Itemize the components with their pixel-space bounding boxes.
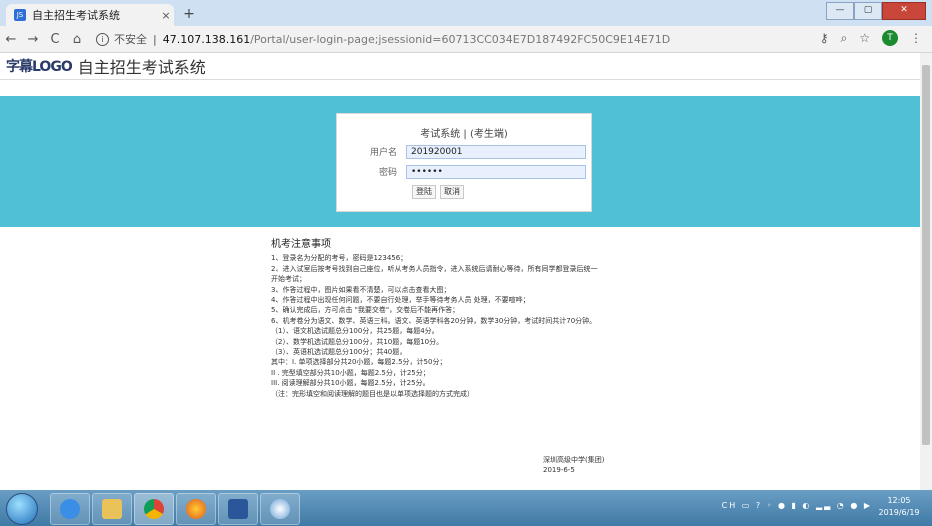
key-icon[interactable]: ⚷	[820, 31, 829, 45]
notice-line: 6、机考卷分为语文、数学、英语三科。语文、英语学科各20分钟，数学30分钟，考试…	[271, 316, 597, 325]
taskbar-ie-icon[interactable]	[50, 493, 90, 525]
notice-line: （1）、语文机选试题总分100分，共25题，每题4分。	[271, 327, 439, 336]
close-window-button[interactable]: ✕	[882, 2, 926, 20]
chrome-icon	[144, 499, 164, 519]
notice-line: 其中：I. 单项选择部分共20小题，每题2.5分，计50分；	[271, 358, 447, 367]
address-bar-actions: ⚷ ⌕ ☆ T ⋮	[808, 30, 922, 46]
insecure-label: 不安全	[114, 33, 147, 46]
page-scrollbar[interactable]	[920, 53, 932, 490]
start-button[interactable]	[6, 493, 38, 525]
folder-icon	[102, 499, 122, 519]
forward-button[interactable]: →	[22, 32, 44, 47]
notice-line: II . 完型填空部分共10小题，每题2.5分，计25分；	[271, 368, 430, 377]
username-label: 用户名	[369, 148, 397, 158]
notice-line: （注：完形填空和阅读理解的题目也是以单项选择题的方式完成）	[271, 389, 474, 398]
app-icon	[270, 499, 290, 519]
exam-notice: 机考注意事项 1、登录名为分配的考号，密码是123456； 2、进入试室后按考号…	[271, 239, 691, 399]
cancel-button[interactable]: 取消	[440, 185, 464, 199]
taskbar-chrome-icon[interactable]	[134, 493, 174, 525]
clock-time: 12:05	[887, 496, 911, 505]
notice-line: III. 阅读理解部分共10小题，每题2.5分，计25分。	[271, 379, 430, 388]
signature-org: 深圳高级中学(集团)	[543, 456, 605, 464]
browser-tab[interactable]: JS 自主招生考试系统 ×	[6, 4, 174, 26]
signature-date: 2019-6-5	[543, 466, 575, 474]
back-button[interactable]: ←	[0, 32, 22, 47]
site-logo: 字幕LOGO	[6, 59, 73, 75]
notice-line: 开始考试；	[271, 275, 306, 284]
notice-line: （2）、数学机选试题总分100分，共10题，每题10分。	[271, 337, 444, 346]
notice-line: 3、作答过程中，图片如果看不清楚，可以点击查看大图；	[271, 285, 451, 294]
username-input[interactable]	[406, 145, 586, 159]
notice-line: 1、登录名为分配的考号，密码是123456；	[271, 254, 408, 263]
login-card: 考试系统 | (考生端) 用户名 密码 登陆 取消	[336, 113, 592, 212]
info-icon[interactable]: i	[96, 32, 109, 46]
bookmark-star-icon[interactable]: ☆	[859, 31, 870, 45]
maximize-button[interactable]: ▢	[854, 2, 882, 20]
notice-signature: 深圳高级中学(集团) 2019-6-5	[543, 455, 604, 475]
address-bar-row: ← → C ⌂ i 不安全 | 47.107.138.161 /Portal/u…	[0, 26, 932, 53]
extension-icon[interactable]: T	[882, 30, 898, 46]
password-input[interactable]	[406, 165, 586, 179]
taskbar-firefox-icon[interactable]	[176, 493, 216, 525]
url-host: 47.107.138.161	[162, 32, 251, 46]
notice-line: 5、确认完成后，方可点击 "我要交卷"，交卷后不能再作答；	[271, 306, 460, 315]
notice-line: 4、作答过程中出现任何问题，不要自行处理，举手等待考务人员 处理，不要喧哗；	[271, 296, 530, 305]
zoom-icon[interactable]: ⌕	[841, 31, 848, 46]
taskbar-word-icon[interactable]	[218, 493, 258, 525]
notice-line: （3）、英语机选试题总分100分；共40题，	[271, 348, 407, 357]
url-path: /Portal/user-login-page;jsessionid=60713…	[250, 32, 671, 46]
page-header: 字幕LOGO 自主招生考试系统	[0, 53, 920, 80]
url-field[interactable]: i 不安全 | 47.107.138.161 /Portal/user-logi…	[96, 31, 670, 47]
ie-icon	[60, 499, 80, 519]
browser-menu-icon[interactable]: ⋮	[910, 31, 922, 45]
taskbar-app-icon[interactable]	[260, 493, 300, 525]
os-taskbar: CH ▭ ? ◦ ● ▮ ◐ ▂▃ ◔ ● ▶ 12:05 2019/6/19	[0, 490, 932, 526]
minimize-button[interactable]: —	[826, 2, 854, 20]
site-favicon-icon: JS	[14, 9, 26, 21]
login-button[interactable]: 登陆	[412, 185, 436, 199]
system-tray[interactable]: CH ▭ ? ◦ ● ▮ ◐ ▂▃ ◔ ● ▶	[722, 501, 872, 510]
reload-button[interactable]: C	[44, 32, 66, 47]
new-tab-button[interactable]: +	[180, 6, 198, 22]
tab-close-icon[interactable]: ×	[158, 9, 174, 22]
page-title: 自主招生考试系统	[77, 58, 206, 77]
taskbar-explorer-icon[interactable]	[92, 493, 132, 525]
word-icon	[228, 499, 248, 519]
clock-date: 2019/6/19	[878, 508, 920, 517]
notice-title: 机考注意事项	[271, 239, 331, 250]
taskbar-clock[interactable]: 12:05 2019/6/19	[874, 495, 924, 519]
tab-title: 自主招生考试系统	[32, 9, 120, 22]
login-title: 考试系统 | (考生端)	[420, 129, 508, 140]
firefox-icon	[186, 499, 206, 519]
password-label: 密码	[378, 168, 397, 178]
url-separator: |	[153, 32, 157, 46]
home-button[interactable]: ⌂	[66, 32, 88, 47]
window-controls: — ▢ ✕	[826, 2, 926, 20]
notice-line: 2、进入试室后按考号找到自己座位，听从考务人员指令，进入系统后请耐心等待，所有同…	[271, 264, 598, 273]
browser-tab-strip: JS 自主招生考试系统 × + — ▢ ✕	[0, 0, 932, 26]
scrollbar-thumb[interactable]	[922, 65, 930, 445]
